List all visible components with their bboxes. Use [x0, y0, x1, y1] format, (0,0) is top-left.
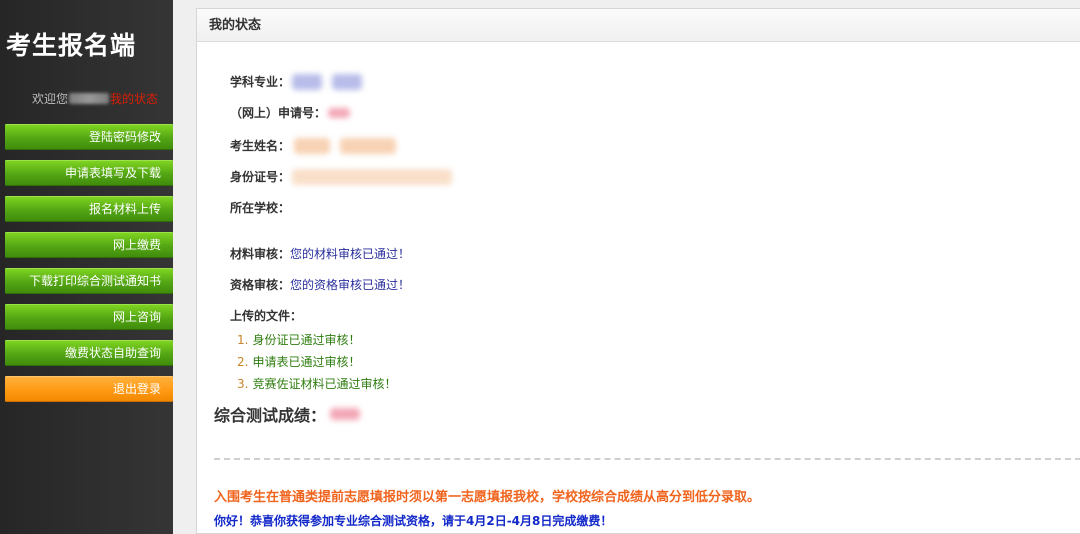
- sidebar: 考生报名端 欢迎您 我的状态 登陆密码修改 申请表填写及下载 报名材料上传 网上…: [0, 0, 173, 534]
- panel-title: 我的状态: [197, 9, 1080, 42]
- my-status-link[interactable]: 我的状态: [110, 90, 158, 107]
- field-name: 考生姓名：: [230, 137, 397, 154]
- id-label: 身份证号：: [230, 170, 291, 184]
- nav-item-online-payment[interactable]: 网上缴费: [5, 232, 173, 258]
- list-item: 2. 申请表已通过审核！: [237, 351, 396, 373]
- nav-item-online-consult[interactable]: 网上咨询: [5, 304, 173, 330]
- welcome-line: 欢迎您 我的状态: [32, 90, 173, 107]
- dashed-divider: [214, 458, 1080, 460]
- redacted-app-no: [328, 107, 351, 118]
- nav-item-payment-status[interactable]: 缴费状态自助查询: [5, 340, 173, 366]
- payment-notice: 你好！恭喜你获得参加专业综合测试资格，请于4月2日-4月8日完成缴费！: [214, 514, 613, 528]
- composite-score: 综合测试成绩：: [214, 402, 361, 426]
- list-item-text: 身份证已通过审核！: [252, 333, 361, 347]
- app-no-label: （网上）申请号：: [230, 106, 327, 120]
- redacted-name-1: [294, 137, 331, 154]
- field-id-number: 身份证号：: [230, 168, 453, 185]
- list-item-number: 2.: [237, 355, 249, 369]
- nav-item-download-notice[interactable]: 下载打印综合测试通知书: [5, 268, 173, 294]
- sidebar-nav: 登陆密码修改 申请表填写及下载 报名材料上传 网上缴费 下载打印综合测试通知书 …: [5, 124, 173, 412]
- redacted-major-2: [332, 73, 363, 90]
- redacted-username: [69, 93, 110, 104]
- brand-title: 考生报名端: [6, 31, 137, 60]
- nav-item-application-form[interactable]: 申请表填写及下载: [5, 160, 173, 186]
- nav-item-material-upload[interactable]: 报名材料上传: [5, 196, 173, 222]
- uploaded-files-list: 1. 身份证已通过审核！ 2. 申请表已通过审核！ 3. 竞赛佐证材料已通过审核！: [237, 329, 396, 395]
- nav-item-password-change[interactable]: 登陆密码修改: [5, 124, 173, 150]
- list-item-number: 3.: [237, 377, 249, 391]
- material-label: 材料审核：: [230, 247, 291, 261]
- field-material-review: 材料审核： 您的材料审核已通过！: [230, 245, 410, 262]
- redacted-major-1: [292, 73, 323, 90]
- list-item-number: 1.: [237, 333, 249, 347]
- qualification-label: 资格审核：: [230, 278, 291, 292]
- uploaded-files-title: 上传的文件：: [230, 309, 303, 323]
- material-review-value: 您的材料审核已通过！: [290, 247, 411, 261]
- major-label: 学科专业：: [230, 75, 291, 89]
- name-label: 考生姓名：: [230, 139, 291, 153]
- qualification-review-value: 您的资格审核已通过！: [290, 278, 411, 292]
- field-application-no: （网上）申请号：: [230, 104, 351, 121]
- logout-button[interactable]: 退出登录: [5, 376, 173, 402]
- field-qualification-review: 资格审核： 您的资格审核已通过！: [230, 276, 410, 293]
- score-label: 综合测试成绩：: [214, 406, 327, 425]
- field-major: 学科专业：: [230, 73, 363, 90]
- list-item-text: 竞赛佐证材料已通过审核！: [252, 377, 397, 391]
- redacted-name-2: [340, 137, 397, 154]
- list-item-text: 申请表已通过审核！: [252, 355, 361, 369]
- redacted-score: [330, 408, 361, 420]
- admission-notice: 入围考生在普通类提前志愿填报时须以第一志愿填报我校，学校按综合成绩从高分到低分录…: [214, 490, 761, 505]
- status-panel: 我的状态 学科专业： （网上）申请号： 考生姓名： 身份证号： 所在学校： 材料…: [196, 8, 1080, 534]
- field-school: 所在学校：: [230, 199, 290, 216]
- redacted-id-number: [292, 168, 453, 185]
- list-item: 1. 身份证已通过审核！: [237, 329, 396, 351]
- welcome-prefix: 欢迎您: [32, 92, 69, 106]
- list-item: 3. 竞赛佐证材料已通过审核！: [237, 373, 396, 395]
- school-label: 所在学校：: [230, 201, 291, 215]
